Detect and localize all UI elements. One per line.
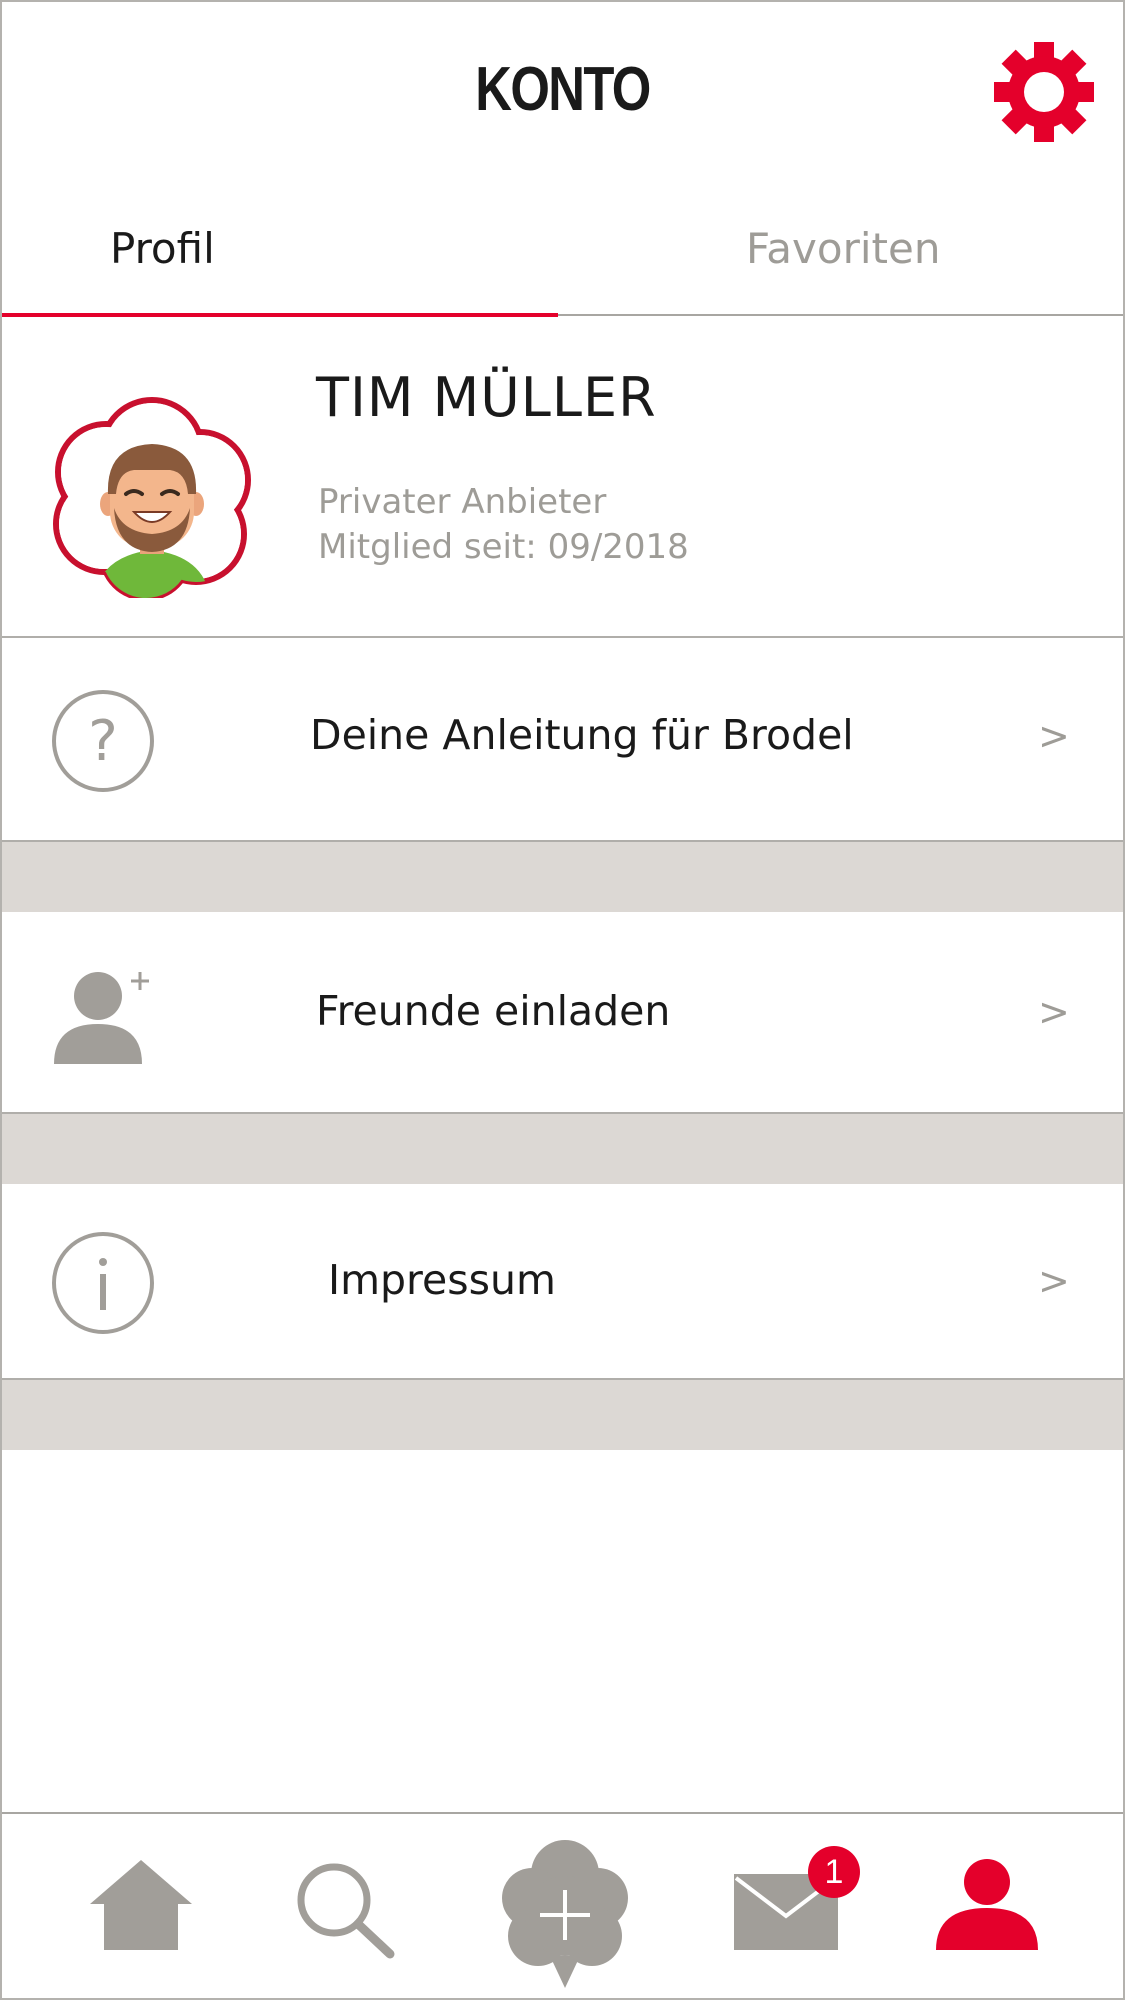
settings-button[interactable] bbox=[992, 40, 1096, 144]
svg-text:?: ? bbox=[88, 709, 118, 774]
info-icon bbox=[50, 1230, 156, 1340]
profile-icon bbox=[936, 1859, 1038, 1950]
active-tab-indicator bbox=[2, 313, 558, 317]
bottom-nav-divider bbox=[2, 1812, 1123, 1814]
tab-profil[interactable]: Profil bbox=[110, 224, 215, 273]
nav-home[interactable] bbox=[88, 1858, 194, 1956]
nav-search[interactable] bbox=[294, 1860, 400, 1964]
avatar-illustration bbox=[53, 397, 251, 601]
menu-item-label: Impressum bbox=[328, 1256, 556, 1304]
gear-icon bbox=[994, 42, 1094, 142]
menu-item-anleitung[interactable]: ? Deine Anleitung für Brodel > bbox=[2, 638, 1123, 840]
avatar bbox=[50, 394, 254, 601]
section-separator bbox=[2, 1114, 1123, 1184]
member-since: Mitglied seit: 09/2018 bbox=[318, 527, 689, 567]
page-title: KONTO bbox=[475, 55, 651, 124]
add-listing-icon bbox=[502, 1840, 628, 1988]
chevron-right-icon: > bbox=[1038, 990, 1070, 1034]
provider-type: Privater Anbieter bbox=[318, 482, 607, 522]
search-icon bbox=[297, 1863, 395, 1959]
section-separator bbox=[2, 842, 1123, 912]
menu-item-freunde-einladen[interactable]: Freunde einladen > bbox=[2, 912, 1123, 1112]
menu-item-label: Deine Anleitung für Brodel bbox=[310, 711, 854, 759]
menu-item-label: Freunde einladen bbox=[316, 987, 671, 1035]
question-icon: ? bbox=[50, 688, 156, 798]
menu-item-impressum[interactable]: Impressum > bbox=[2, 1184, 1123, 1380]
messages-badge: 1 bbox=[808, 1846, 860, 1898]
tab-favoriten[interactable]: Favoriten bbox=[746, 224, 940, 273]
add-user-icon bbox=[50, 968, 160, 1068]
home-icon bbox=[90, 1860, 192, 1950]
nav-add-listing[interactable] bbox=[500, 1836, 630, 1994]
profile-name: TIM MÜLLER bbox=[316, 366, 657, 429]
nav-profile[interactable] bbox=[934, 1858, 1040, 1956]
chevron-right-icon: > bbox=[1038, 714, 1070, 758]
account-screen: KONTO Profil Favoriten TIM MÜLLER Privat… bbox=[0, 0, 1125, 2000]
chevron-right-icon: > bbox=[1038, 1259, 1070, 1303]
section-separator bbox=[2, 1380, 1123, 1450]
